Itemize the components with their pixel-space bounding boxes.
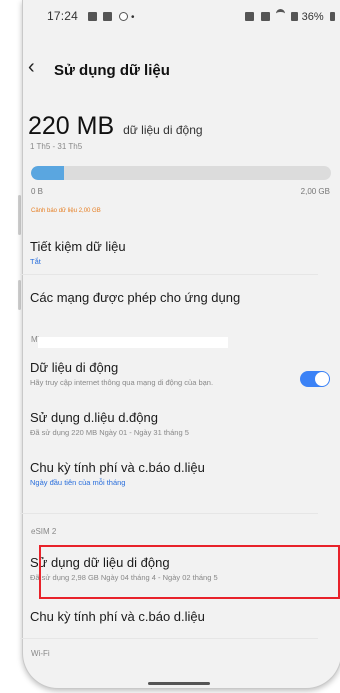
sim2-billing-item[interactable]: Chu kỳ tính phí và c.báo d.liệu: [30, 609, 332, 624]
bar-max-label: 2,00 GB: [300, 187, 330, 196]
mobile-data-title: Dữ liệu di động: [30, 360, 119, 375]
notification-icons: •: [85, 9, 135, 23]
data-saver-title: Tiết kiệm dữ liệu: [30, 239, 126, 254]
mobile-data-subtitle: Hãy truy cập internet thông qua mạng di …: [30, 378, 214, 387]
sim1-usage-subtitle: Đã sử dụng 220 MB Ngày 01 - Ngày 31 thán…: [30, 428, 189, 437]
divider: [20, 513, 318, 514]
alarm-icon: [245, 12, 255, 21]
divider: [20, 274, 318, 275]
side-key: [18, 280, 21, 310]
data-warning-text: Cảnh báo dữ liệu 2,00 GB: [31, 208, 101, 214]
page-title: Sử dụng dữ liệu: [54, 62, 170, 79]
status-time: 17:24: [47, 9, 79, 23]
mobile-data-item[interactable]: Dữ liệu di động Hãy truy cập internet th…: [30, 360, 290, 388]
sim2-section-label: eSIM 2: [31, 527, 57, 536]
allowed-networks-title: Các mạng được phép cho ứng dụng: [30, 290, 241, 305]
gallery-icon: [88, 12, 97, 21]
sim1-usage-item[interactable]: Sử dụng d.liệu d.động Đã sử dụng 220 MB …: [30, 410, 332, 438]
usage-progress-bar: [31, 166, 331, 180]
sim2-billing-title: Chu kỳ tính phí và c.báo d.liệu: [30, 609, 205, 624]
battery-text: 36%: [301, 11, 324, 23]
mute-icon: [260, 12, 270, 21]
wifi-section-label: Wi-Fi: [31, 649, 50, 658]
sim1-billing-title: Chu kỳ tính phí và c.báo d.liệu: [30, 460, 205, 475]
sim1-billing-item[interactable]: Chu kỳ tính phí và c.báo d.liệu Ngày đầu…: [30, 460, 332, 488]
allowed-networks-item[interactable]: Các mạng được phép cho ứng dụng: [30, 290, 332, 305]
redacted-block: [38, 337, 228, 348]
usage-progress-fill: [31, 166, 64, 180]
system-icons: 36%: [242, 9, 335, 23]
bar-min-label: 0 B: [31, 187, 44, 196]
signal-icon: [291, 12, 299, 21]
sim1-billing-subtitle: Ngày đầu tiên của mỗi tháng: [30, 478, 126, 487]
chat-icon: [118, 12, 128, 21]
back-icon[interactable]: ‹: [28, 56, 35, 79]
wifi-icon: [275, 9, 285, 21]
usage-amount: 220 MB: [28, 112, 115, 140]
status-bar: 17:24 • 36%: [23, 0, 340, 28]
mobile-data-toggle[interactable]: [300, 371, 330, 387]
toggle-knob: [315, 372, 329, 386]
usage-summary: 220 MB dữ liệu di động: [28, 112, 203, 141]
data-saver-item[interactable]: Tiết kiệm dữ liệu Tắt: [30, 239, 332, 267]
highlight-box: [39, 545, 340, 599]
more-dot-icon: •: [131, 12, 135, 23]
usage-unit-label: dữ liệu di động: [123, 123, 203, 137]
usage-period: 1 Th5 - 31 Th5: [30, 142, 83, 151]
side-key: [18, 195, 21, 235]
sim1-usage-title: Sử dụng d.liệu d.động: [30, 410, 158, 425]
mail-icon: [103, 12, 113, 21]
battery-icon: [330, 12, 335, 21]
data-saver-value: Tắt: [30, 257, 41, 266]
divider: [20, 638, 318, 639]
home-indicator[interactable]: [148, 682, 210, 685]
